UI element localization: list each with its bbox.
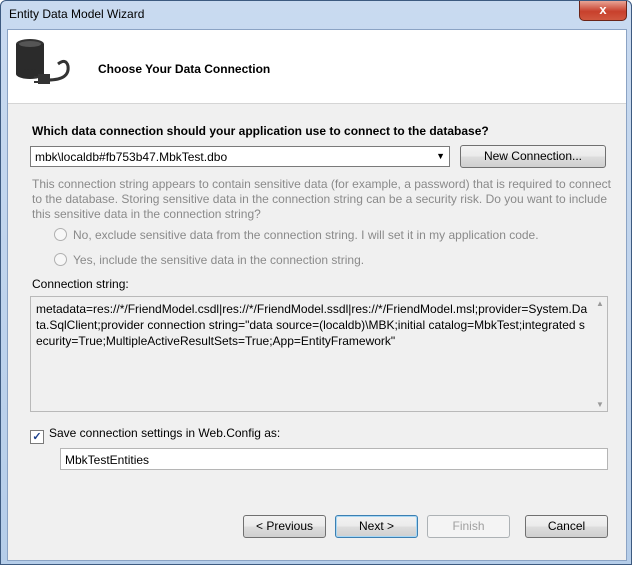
connection-string-text: metadata=res://*/FriendModel.csdl|res://… — [36, 302, 588, 348]
database-plug-icon — [16, 39, 70, 84]
save-settings-row[interactable]: ✓ Save connection settings in Web.Config … — [30, 426, 280, 444]
finish-button[interactable]: Finish — [427, 515, 510, 538]
scroll-up-icon[interactable]: ▲ — [596, 299, 604, 308]
page-title: Choose Your Data Connection — [98, 62, 271, 76]
radio-exclude-label: No, exclude sensitive data from the conn… — [73, 228, 539, 242]
previous-button[interactable]: < Previous — [243, 515, 326, 538]
cancel-button[interactable]: Cancel — [525, 515, 608, 538]
radio-include-sensitive[interactable]: Yes, include the sensitive data in the c… — [54, 253, 364, 267]
scroll-down-icon[interactable]: ▼ — [596, 400, 604, 409]
radio-exclude-sensitive[interactable]: No, exclude sensitive data from the conn… — [54, 228, 539, 242]
entities-name-value: MbkTestEntities — [65, 453, 150, 467]
connection-question: Which data connection should your applic… — [32, 124, 489, 138]
radio-button[interactable] — [54, 228, 67, 241]
close-button[interactable]: x — [579, 1, 627, 21]
save-settings-label: Save connection settings in Web.Config a… — [49, 426, 281, 440]
vertical-scrollbar[interactable]: ▲ ▼ — [593, 297, 607, 411]
radio-button[interactable] — [54, 253, 67, 266]
sensitive-data-notice: This connection string appears to contai… — [32, 177, 611, 221]
radio-include-label: Yes, include the sensitive data in the c… — [73, 253, 365, 267]
connection-string-label: Connection string: — [32, 277, 129, 291]
dialog-content: Choose Your Data Connection Which data c… — [7, 29, 627, 561]
chevron-down-icon[interactable]: ▼ — [436, 151, 445, 161]
connection-string-box[interactable]: metadata=res://*/FriendModel.csdl|res://… — [30, 296, 608, 412]
connection-dropdown-value: mbk\localdb#fb753b47.MbkTest.dbo — [35, 150, 228, 164]
new-connection-button[interactable]: New Connection... — [460, 145, 606, 168]
wizard-header: Choose Your Data Connection — [8, 30, 626, 104]
window-title: Entity Data Model Wizard — [9, 7, 145, 21]
save-settings-checkbox[interactable]: ✓ — [30, 430, 44, 444]
connection-dropdown[interactable]: mbk\localdb#fb753b47.MbkTest.dbo ▼ — [30, 146, 450, 167]
entities-name-input[interactable]: MbkTestEntities — [60, 448, 608, 470]
title-bar[interactable]: Entity Data Model Wizard x — [1, 1, 631, 29]
next-button[interactable]: Next > — [335, 515, 418, 538]
wizard-window: Entity Data Model Wizard x Choose Your D… — [0, 0, 632, 565]
